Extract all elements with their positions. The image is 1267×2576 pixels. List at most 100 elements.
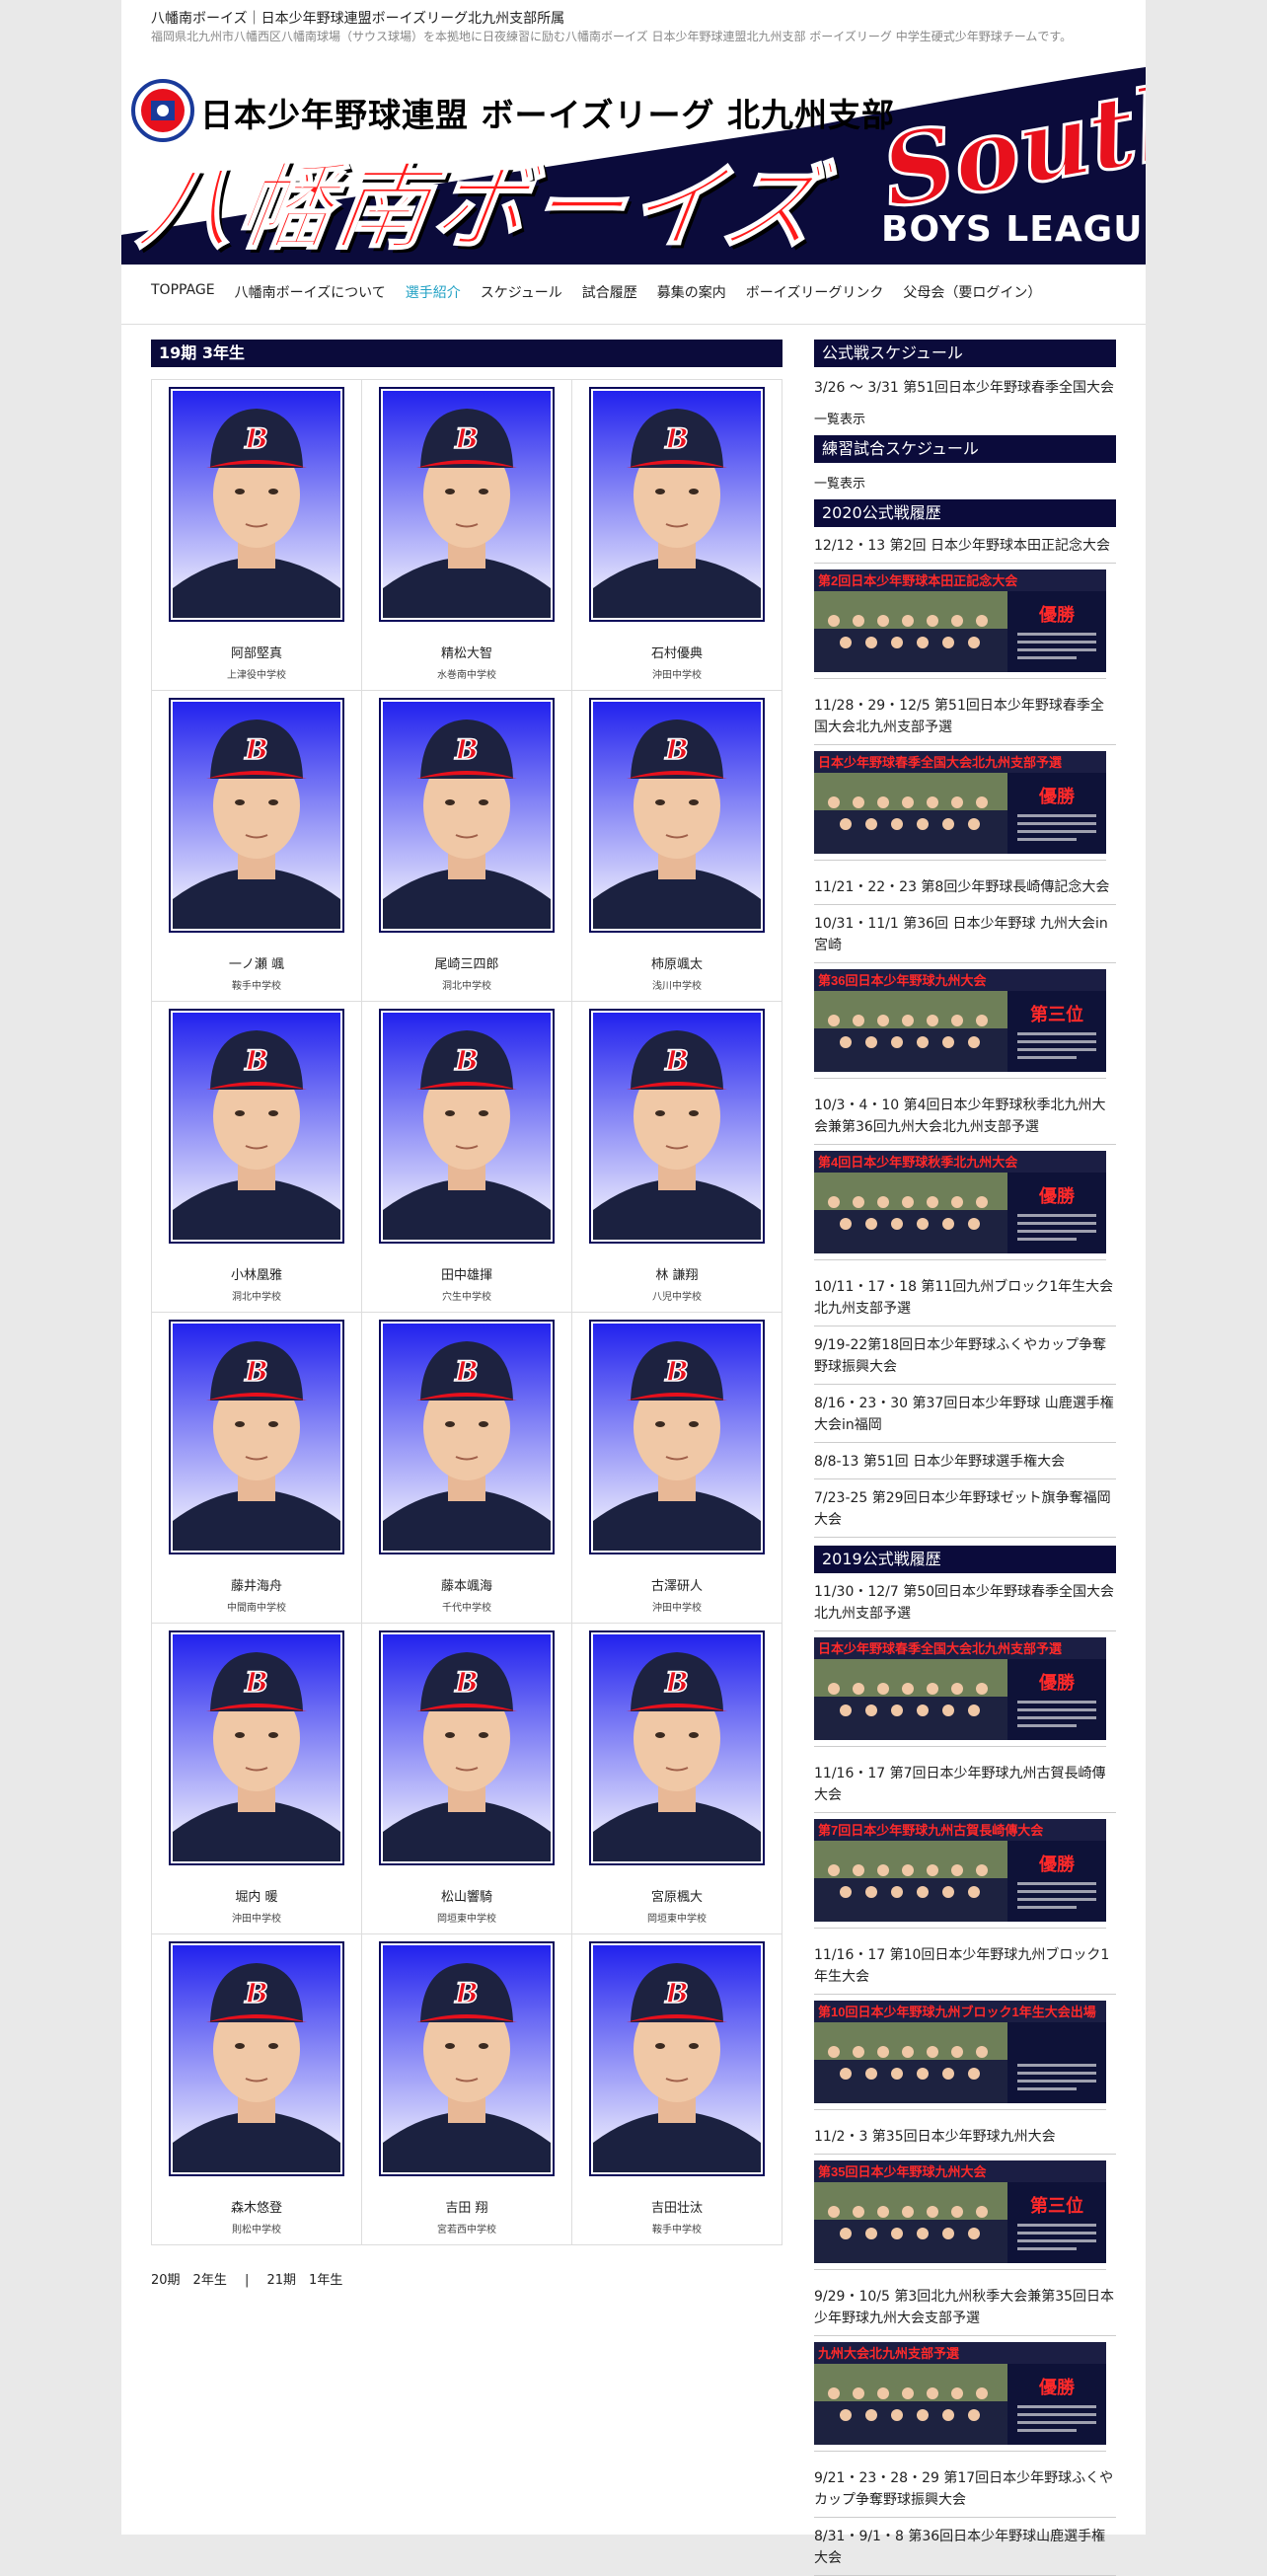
svg-text:B: B (244, 1666, 268, 1699)
practice-schedule-more-link[interactable]: 一覧表示 (814, 473, 1116, 492)
player-photo[interactable]: B (379, 1320, 555, 1554)
result-photo-thumbnail[interactable]: 第10回日本少年野球九州ブロック1年生大会出場 (814, 2001, 1106, 2110)
player-name: 林 謙翔 (655, 1268, 699, 1283)
main-content: 19期 3年生 B 阿部堅真 上津役中学校 B 精松大智 水巻南中学校 B 石村優典 沖田中学校… (151, 340, 783, 2288)
history-event-item[interactable]: 8/31・9/1・8 第36回日本少年野球山鹿選手権大会 (814, 2518, 1116, 2576)
player-name: 柿原颯太 (650, 957, 703, 972)
thumbnail-badge: 優勝 (1038, 1672, 1076, 1693)
player-card: B 精松大智 水巻南中学校 (361, 379, 572, 691)
player-photo[interactable]: B (169, 698, 344, 933)
history-event-item[interactable]: 9/29・10/5 第3回北九州秋季大会兼第35回日本少年野球九州大会支部予選 (814, 2278, 1116, 2336)
history-event-item[interactable]: 10/31・11/1 第36回 日本少年野球 九州大会in宮崎 (814, 905, 1116, 963)
player-card: B 堀内 暖沖田中学校 (151, 1623, 362, 1934)
history-event-item[interactable]: 11/30・12/7 第50回日本少年野球春季全国大会北九州支部予選 (814, 1573, 1116, 1631)
player-name: 吉田壮汰 (650, 2201, 703, 2216)
player-school: 洞北中学校 (442, 981, 491, 992)
history-event-item[interactable]: 11/2・3 第35回日本少年野球九州大会 (814, 2118, 1116, 2155)
nav-toppage[interactable]: TOPPAGE (151, 282, 215, 302)
nav-players[interactable]: 選手紹介 (406, 282, 461, 302)
history-event-item[interactable]: 8/16・23・30 第37回日本少年野球 山鹿選手権大会in福岡 (814, 1385, 1116, 1443)
prev-generation-link[interactable]: 20期 2年生 (151, 2273, 227, 2288)
player-photo[interactable]: B (589, 1009, 765, 1244)
player-row: B 藤井海舟 中間南中学校 B 藤本颯海 千代中学校 B 古澤研人 沖田中学校 (151, 1312, 783, 1624)
player-photo[interactable]: B (379, 1009, 555, 1244)
header-banner[interactable]: 日本少年野球連盟 ボーイズリーグ 北九州支部 八幡南ボーイズ South BOY… (121, 67, 1146, 265)
nav-divider (121, 324, 1146, 325)
result-photo-thumbnail[interactable]: 九州大会北九州支部予選優勝 (814, 2342, 1106, 2452)
result-photo-thumbnail[interactable]: 第4回日本少年野球秋季北九州大会 優勝 (814, 1151, 1106, 1260)
history-event-item[interactable]: 11/21・22・23 第8回少年野球長崎傳記念大会 (814, 869, 1116, 905)
player-photo[interactable]: B (589, 1941, 765, 2176)
history-event-item[interactable]: 10/11・17・18 第11回九州ブロック1年生大会北九州支部予選 (814, 1268, 1116, 1326)
svg-text:B: B (664, 1044, 689, 1077)
player-card: B 石村優典 沖田中学校 (571, 379, 783, 691)
player-photo[interactable]: B (589, 387, 765, 622)
player-name: 堀内 暖 (235, 1890, 278, 1905)
player-photo[interactable]: B (169, 1630, 344, 1865)
nav-about[interactable]: 八幡南ボーイズについて (235, 282, 386, 302)
history-event-item[interactable]: 11/16・17 第7回日本少年野球九州古賀長崎傳大会 (814, 1755, 1116, 1813)
player-school: 千代中学校 (442, 1603, 491, 1614)
player-card: B 松山響騎 岡垣東中学校 (361, 1623, 572, 1934)
nav-schedule[interactable]: スケジュール (481, 282, 562, 302)
official-schedule-item[interactable]: 3/26 ～ 3/31 第51回日本少年野球春季全国大会 (814, 367, 1116, 405)
svg-text:B: B (454, 1977, 479, 2009)
player-row: B 一ノ瀬 颯鞍手中学校 B 尾崎三四郎 洞北中学校 B 柿原颯太 浅川中学校 (151, 690, 783, 1002)
player-photo[interactable]: B (169, 1941, 344, 2176)
player-photo[interactable]: B (379, 1630, 555, 1865)
svg-text:B: B (454, 1666, 479, 1699)
player-card: B 一ノ瀬 颯鞍手中学校 (151, 690, 362, 1002)
history-event-item[interactable]: 8/8-13 第51回 日本少年野球選手権大会 (814, 1443, 1116, 1479)
player-photo[interactable]: B (589, 698, 765, 933)
nav-boys-league-link[interactable]: ボーイズリーグリンク (746, 282, 884, 302)
history-event-item[interactable]: 10/3・4・10 第4回日本少年野球秋季北九州大会兼第36回九州大会北九州支部… (814, 1087, 1116, 1145)
result-photo-thumbnail[interactable]: 日本少年野球春季全国大会北九州支部予選 優勝 (814, 1637, 1106, 1747)
nav-match-history[interactable]: 試合履歴 (582, 282, 637, 302)
player-photo[interactable]: B (379, 698, 555, 933)
history-event-item[interactable]: 9/21・23・28・29 第17回日本少年野球ふくやカップ争奪野球振興大会 (814, 2460, 1116, 2518)
player-card: B 柿原颯太 浅川中学校 (571, 690, 783, 1002)
player-photo[interactable]: B (589, 1630, 765, 1865)
official-schedule-heading: 公式戦スケジュール (814, 340, 1116, 367)
player-photo[interactable]: B (589, 1320, 765, 1554)
official-schedule-more-link[interactable]: 一覧表示 (814, 409, 1116, 427)
player-grid: B 阿部堅真 上津役中学校 B 精松大智 水巻南中学校 B 石村優典 沖田中学校 B 一ノ瀬 颯鞍手… (151, 379, 783, 2245)
result-photo-thumbnail[interactable]: 日本少年野球春季全国大会北九州支部予選 優勝 (814, 751, 1106, 861)
history-event-item[interactable]: 11/16・17 第10回日本少年野球九州ブロック1年生大会 (814, 1936, 1116, 1995)
history-event-item[interactable]: 12/12・13 第2回 日本少年野球本田正記念大会 (814, 527, 1116, 564)
result-photo-thumbnail[interactable]: 第35回日本少年野球九州大会 第三位 (814, 2160, 1106, 2270)
player-school: 岡垣東中学校 (437, 1914, 496, 1925)
nav-recruit[interactable]: 募集の案内 (657, 282, 726, 302)
player-card: B 藤本颯海 千代中学校 (361, 1312, 572, 1624)
player-card: B 吉田壮汰 鞍手中学校 (571, 1933, 783, 2245)
player-photo[interactable]: B (169, 1320, 344, 1554)
player-photo[interactable]: B (379, 1941, 555, 2176)
history-2020-heading: 2020公式戦履歴 (814, 499, 1116, 527)
player-photo[interactable]: B (379, 387, 555, 622)
player-school: 水巻南中学校 (437, 670, 496, 681)
result-photo-thumbnail[interactable]: 第2回日本少年野球本田正記念大会優勝 (814, 569, 1106, 679)
next-generation-link[interactable]: 21期 1年生 (267, 2273, 343, 2288)
result-photo-thumbnail[interactable]: 第36回日本少年野球九州大会 第三位 (814, 969, 1106, 1079)
player-photo[interactable]: B (169, 387, 344, 622)
thumbnail-caption: 第2回日本少年野球本田正記念大会 (818, 573, 1018, 588)
svg-text:B: B (244, 1977, 268, 2009)
player-photo[interactable]: B (169, 1009, 344, 1244)
result-photo-thumbnail[interactable]: 第7回日本少年野球九州古賀長崎傳大会 優勝 (814, 1819, 1106, 1929)
thumbnail-badge: 優勝 (1038, 2377, 1076, 2397)
thumbnail-badge: 優勝 (1038, 604, 1076, 625)
history-event-item[interactable]: 11/28・29・12/5 第51回日本少年野球春季全国大会北九州支部予選 (814, 687, 1116, 745)
nav-parents[interactable]: 父母会（要ログイン） (903, 282, 1041, 302)
history-event-item[interactable]: 9/19-22第18回日本少年野球ふくやカップ争奪野球振興大会 (814, 1326, 1116, 1385)
thumbnail-caption: 九州大会北九州支部予選 (817, 2346, 959, 2361)
player-row: B 小林凰雅 洞北中学校 B 田中雄揮 穴生中学校 B 林 謙翔 八児中学校 (151, 1001, 783, 1313)
svg-text:B: B (244, 1355, 268, 1388)
site-title[interactable]: 八幡南ボーイズ｜日本少年野球連盟ボーイズリーグ北九州支部所属 (151, 8, 564, 28)
player-school: 上津役中学校 (227, 670, 286, 681)
history-2020-list: 12/12・13 第2回 日本少年野球本田正記念大会第2回日本少年野球本田正記念… (814, 527, 1116, 1538)
player-name: 田中雄揮 (440, 1268, 492, 1283)
banner-league-text: 日本少年野球連盟 ボーイズリーグ 北九州支部 (200, 96, 895, 134)
player-school: 鞍手中学校 (232, 981, 281, 992)
svg-text:B: B (664, 733, 689, 766)
history-event-item[interactable]: 7/23-25 第29回日本少年野球ゼット旗争奪福岡大会 (814, 1479, 1116, 1538)
